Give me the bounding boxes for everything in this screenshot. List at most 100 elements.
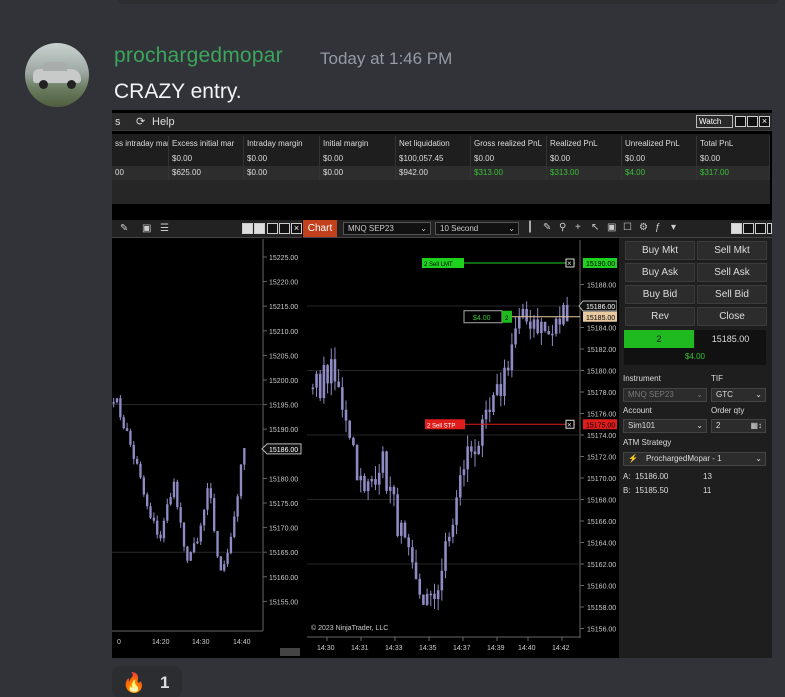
pointer-icon[interactable]: ↖ xyxy=(591,222,599,233)
left-close-icon[interactable]: × xyxy=(291,223,302,234)
left-minimize-icon[interactable] xyxy=(267,223,278,234)
grid-column-header[interactable]: Unrealized PnL xyxy=(622,136,697,151)
sell-ask-button[interactable]: Sell Ask xyxy=(697,263,767,282)
menu-item-help[interactable]: Help xyxy=(152,116,175,128)
watch-button[interactable]: Watch xyxy=(696,115,733,128)
candle-body xyxy=(209,488,212,499)
zoom-icon[interactable]: ⚲ xyxy=(559,222,566,233)
avatar[interactable] xyxy=(25,43,89,107)
candle-body xyxy=(348,420,351,438)
chart-maximize-icon[interactable] xyxy=(755,223,766,234)
price-label: 15215.00 xyxy=(269,304,298,311)
candle-body xyxy=(377,472,381,485)
candle-body xyxy=(352,437,355,446)
candle-body xyxy=(499,384,503,397)
account-select[interactable]: Sim101 ⌄ xyxy=(623,419,707,433)
price-label: 15190.00 xyxy=(586,261,615,268)
sell-mkt-button[interactable]: Sell Mkt xyxy=(697,241,767,260)
app-menubar: s ⟳ Help Watch × xyxy=(112,113,772,131)
left-maximize-icon[interactable] xyxy=(279,223,290,234)
price-label: 15174.00 xyxy=(587,433,616,440)
username[interactable]: prochargedmopar xyxy=(114,44,283,68)
table-cell: $0.00 xyxy=(244,151,320,166)
left-panel-icon-2[interactable] xyxy=(254,223,265,234)
scroll-handle[interactable] xyxy=(280,648,300,656)
candle-body xyxy=(484,409,488,420)
candle-body xyxy=(551,333,554,336)
interval-select[interactable]: 10 Second ⌄ xyxy=(435,222,519,235)
left-panel-icon-1[interactable] xyxy=(242,223,253,234)
grid-column-header[interactable]: ss intraday mar xyxy=(112,136,169,151)
candle-body xyxy=(192,543,196,553)
candle-body xyxy=(436,590,440,600)
instrument-select[interactable]: MNQ SEP23 ⌄ xyxy=(343,222,431,235)
snapshot-icon[interactable]: ▣ xyxy=(607,222,616,233)
left-price-chart[interactable]: 15225.00 15220.00 15215.00 15210.00 15205.00… xyxy=(112,239,302,658)
fire-reaction[interactable]: 🔥 1 xyxy=(112,666,182,697)
chevron-down-icon: ⌄ xyxy=(696,421,703,430)
main-price-chart[interactable]: 15190.00 15188.00 15186.00 15185.00 15184.00… xyxy=(307,240,617,658)
chevron-down-icon: ⌄ xyxy=(420,224,427,233)
candle-body xyxy=(470,446,473,452)
chart-minimize-icon[interactable] xyxy=(743,223,754,234)
tif-value: GTC xyxy=(716,390,733,399)
candle-body xyxy=(213,498,216,531)
grid-column-header[interactable]: Gross realized PnL xyxy=(471,136,547,151)
left-chart-toolbar: ✎ ▣ ☰ × xyxy=(112,220,302,238)
candle-body xyxy=(374,478,377,485)
grid-column-header[interactable]: Initial margin xyxy=(320,136,396,151)
template-icon[interactable]: ▣ xyxy=(142,223,151,234)
order-qty-label: Order qty xyxy=(711,406,745,415)
menu-item-partial[interactable]: s xyxy=(115,116,121,128)
close-position-button[interactable]: Close xyxy=(697,307,767,326)
sell-bid-button[interactable]: Sell Bid xyxy=(697,285,767,304)
grid-column-header[interactable]: Excess initial mar xyxy=(169,136,244,151)
window-gap xyxy=(112,204,770,220)
indicator-icon[interactable]: ƒ xyxy=(655,222,661,233)
atm-strategy-select[interactable]: ⚡ ProchargedMopar - 1 ⌄ xyxy=(623,452,766,466)
candle-body xyxy=(315,373,318,388)
time-label: 14:30 xyxy=(192,639,210,646)
grid-column-header[interactable]: Total PnL xyxy=(697,136,770,151)
buy-ask-button[interactable]: Buy Ask xyxy=(625,263,695,282)
candle-body xyxy=(162,520,166,539)
instrument-field[interactable]: MNQ SEP23 ⌄ xyxy=(623,388,707,402)
tab-chart[interactable]: Chart xyxy=(303,220,337,237)
ask-size: 13 xyxy=(703,472,712,481)
candle-body xyxy=(186,546,189,561)
properties-icon[interactable]: ☰ xyxy=(160,223,169,234)
time-label: 14:42 xyxy=(552,645,570,652)
grid-column-header[interactable]: Intraday margin xyxy=(244,136,320,151)
chart-close-icon[interactable] xyxy=(767,223,772,234)
table-cell: $0.00 xyxy=(320,165,396,180)
pencil-icon[interactable]: ✎ xyxy=(543,222,551,233)
table-cell: $0.00 xyxy=(169,151,244,166)
candle-body xyxy=(333,359,337,382)
chart-background xyxy=(307,240,617,658)
candle-body xyxy=(455,497,458,525)
buy-bid-button[interactable]: Buy Bid xyxy=(625,285,695,304)
candle-body xyxy=(400,522,403,536)
account-value: Sim101 xyxy=(628,421,656,430)
menu-arrow-icon[interactable]: ▾ xyxy=(671,222,676,233)
candle-body xyxy=(142,477,145,495)
stepper-icon[interactable]: ▦↕ xyxy=(750,420,762,432)
maximize-icon[interactable] xyxy=(747,116,758,127)
minimize-icon[interactable] xyxy=(735,116,746,127)
buy-mkt-button[interactable]: Buy Mkt xyxy=(625,241,695,260)
data-box-icon[interactable]: ☐ xyxy=(623,222,632,233)
grid-column-header[interactable]: Realized PnL xyxy=(547,136,622,151)
close-icon[interactable]: × xyxy=(759,116,770,127)
candle-body xyxy=(159,534,162,539)
strategy-icon[interactable]: ⚙ xyxy=(639,222,648,233)
order-qty-stepper[interactable]: 2 ▦↕ xyxy=(711,419,766,433)
bars-icon[interactable]: ┃ xyxy=(527,222,533,233)
tif-select[interactable]: GTC ⌄ xyxy=(711,388,766,402)
draw-tool-icon[interactable]: ✎ xyxy=(120,223,128,234)
chart-panel-icon-1[interactable] xyxy=(731,223,742,234)
grid-column-header[interactable]: Net liquidation xyxy=(396,136,471,151)
price-label: 15185.00 xyxy=(586,315,615,322)
crosshair-icon[interactable]: + xyxy=(575,222,581,233)
rev-button[interactable]: Rev xyxy=(625,307,695,326)
grid-empty-area xyxy=(112,180,770,204)
